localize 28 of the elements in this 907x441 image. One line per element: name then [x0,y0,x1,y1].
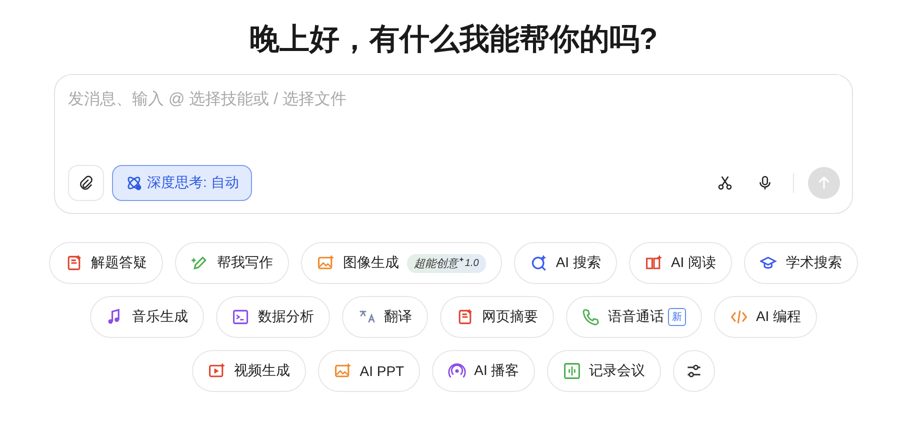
skill-chip[interactable]: AI 阅读 [628,242,732,284]
greeting-heading: 晚上好，有什么我能帮你的吗? [248,22,659,58]
skill-chip[interactable]: 网页摘要 [440,296,554,338]
skill-chip[interactable]: 音乐生成 [90,296,204,338]
atom-icon [125,174,143,192]
arrow-up-icon [816,175,832,191]
skill-chip[interactable]: 记录会议 [547,350,662,392]
skill-chip[interactable]: AI 播客 [432,350,536,392]
skill-chip[interactable]: 学术搜索 [744,242,858,284]
settings-button[interactable] [673,350,716,392]
message-field[interactable]: 发消息、输入 @ 选择技能或 / 选择文件 深度思考: 自动 [54,74,853,214]
skill-chip[interactable]: 解题答疑 [48,242,163,284]
deep-think-toggle[interactable]: 深度思考: 自动 [112,165,252,201]
skill-chip[interactable]: AI 搜索 [514,242,617,284]
skill-chip[interactable]: AI 编程 [714,296,818,338]
microphone-icon [757,174,773,192]
skill-chip[interactable]: 翻译 [342,296,428,338]
skill-chip[interactable]: 帮我写作 [174,242,289,284]
skill-chip[interactable]: AI PPT [318,350,420,392]
skill-chip[interactable]: 数据分析 [216,296,330,338]
attach-button[interactable] [68,165,104,201]
skill-chip[interactable]: 语音通话 新 [566,296,702,338]
skill-chip[interactable]: 图像生成 超能创意 1.0 [300,242,502,284]
skill-chip[interactable]: 视频生成 [192,350,306,392]
scissors-icon [717,174,733,192]
paperclip-icon [78,175,94,191]
new-tag: 新 [668,308,686,326]
feature-badge: 超能创意 1.0 [406,254,486,272]
